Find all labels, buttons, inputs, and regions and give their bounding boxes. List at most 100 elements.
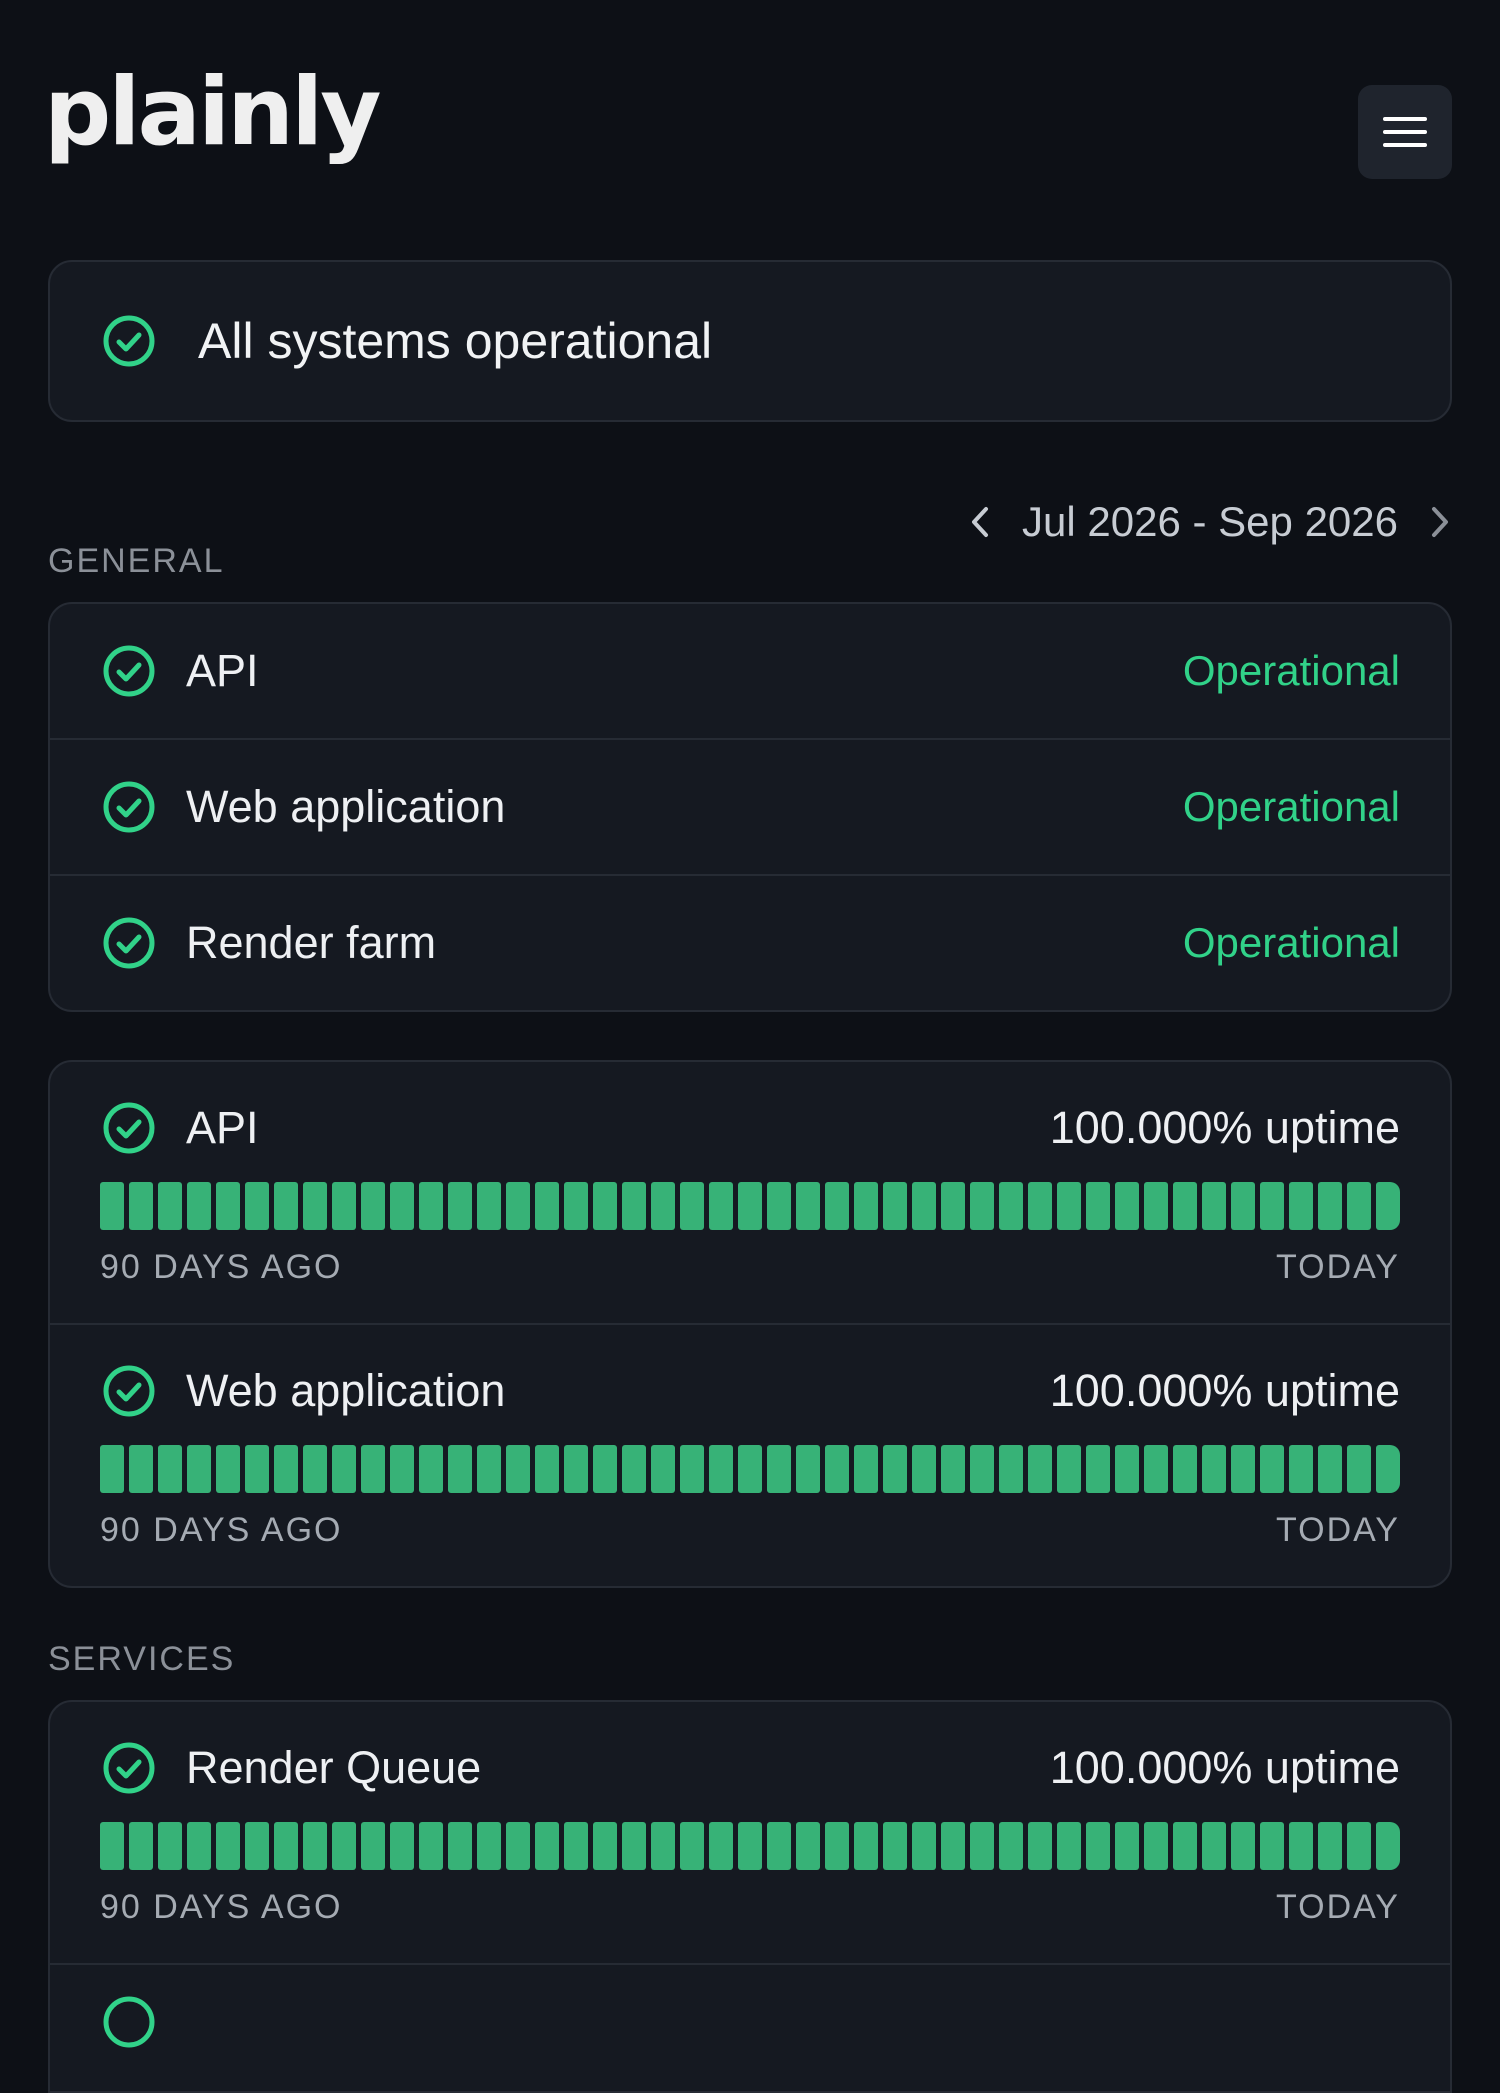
uptime-day-bar[interactable] <box>738 1445 762 1493</box>
uptime-day-bar[interactable] <box>158 1182 182 1230</box>
uptime-day-bar[interactable] <box>999 1445 1023 1493</box>
uptime-day-bar[interactable] <box>390 1822 414 1870</box>
uptime-day-bar[interactable] <box>390 1445 414 1493</box>
uptime-day-bar[interactable] <box>680 1182 704 1230</box>
uptime-day-bar[interactable] <box>419 1822 443 1870</box>
uptime-day-bar[interactable] <box>1260 1445 1284 1493</box>
uptime-day-bar[interactable] <box>100 1822 124 1870</box>
uptime-day-bar[interactable] <box>129 1445 153 1493</box>
uptime-day-bar[interactable] <box>1086 1822 1110 1870</box>
uptime-day-bar[interactable] <box>564 1182 588 1230</box>
uptime-day-bar[interactable] <box>1318 1182 1342 1230</box>
uptime-day-bar[interactable] <box>1086 1445 1110 1493</box>
uptime-day-bar[interactable] <box>245 1822 269 1870</box>
uptime-day-bar[interactable] <box>361 1445 385 1493</box>
component-row-web-application[interactable]: Web application Operational <box>50 740 1450 876</box>
uptime-day-bar[interactable] <box>158 1445 182 1493</box>
uptime-day-bar[interactable] <box>593 1822 617 1870</box>
uptime-day-bar[interactable] <box>1028 1822 1052 1870</box>
uptime-day-bar[interactable] <box>622 1445 646 1493</box>
uptime-day-bar[interactable] <box>1202 1822 1226 1870</box>
uptime-day-bar[interactable] <box>332 1822 356 1870</box>
uptime-day-bar[interactable] <box>535 1182 559 1230</box>
uptime-day-bar[interactable] <box>419 1182 443 1230</box>
uptime-day-bar[interactable] <box>216 1445 240 1493</box>
uptime-day-bar[interactable] <box>1144 1182 1168 1230</box>
uptime-day-bar[interactable] <box>1173 1182 1197 1230</box>
uptime-day-bar[interactable] <box>1376 1445 1400 1493</box>
uptime-day-bar[interactable] <box>1260 1182 1284 1230</box>
uptime-day-bar[interactable] <box>970 1822 994 1870</box>
uptime-day-bar[interactable] <box>274 1445 298 1493</box>
uptime-day-bar[interactable] <box>564 1445 588 1493</box>
uptime-day-bar[interactable] <box>158 1822 182 1870</box>
uptime-day-bar[interactable] <box>1173 1445 1197 1493</box>
uptime-day-bar[interactable] <box>535 1822 559 1870</box>
uptime-day-bar[interactable] <box>361 1822 385 1870</box>
uptime-day-bar[interactable] <box>448 1182 472 1230</box>
uptime-day-bar[interactable] <box>187 1822 211 1870</box>
uptime-day-bar[interactable] <box>216 1182 240 1230</box>
uptime-day-bar[interactable] <box>390 1182 414 1230</box>
uptime-day-bar[interactable] <box>796 1445 820 1493</box>
uptime-day-bar[interactable] <box>912 1445 936 1493</box>
uptime-day-bar[interactable] <box>477 1182 501 1230</box>
uptime-day-bar[interactable] <box>1144 1822 1168 1870</box>
uptime-day-bar[interactable] <box>100 1182 124 1230</box>
uptime-day-bar[interactable] <box>622 1182 646 1230</box>
uptime-day-bar[interactable] <box>883 1445 907 1493</box>
uptime-day-bar[interactable] <box>1347 1822 1371 1870</box>
uptime-day-bar[interactable] <box>796 1822 820 1870</box>
uptime-day-bar[interactable] <box>767 1445 791 1493</box>
uptime-day-bar[interactable] <box>941 1445 965 1493</box>
uptime-day-bar[interactable] <box>651 1822 675 1870</box>
uptime-day-bar[interactable] <box>651 1182 675 1230</box>
uptime-day-bar[interactable] <box>1086 1182 1110 1230</box>
menu-button[interactable] <box>1358 85 1452 179</box>
uptime-day-bar[interactable] <box>506 1822 530 1870</box>
uptime-day-bar[interactable] <box>651 1445 675 1493</box>
uptime-day-bar[interactable] <box>448 1822 472 1870</box>
uptime-day-bar[interactable] <box>970 1445 994 1493</box>
uptime-day-bar[interactable] <box>1202 1182 1226 1230</box>
uptime-day-bar[interactable] <box>825 1445 849 1493</box>
uptime-day-bar[interactable] <box>1231 1822 1255 1870</box>
uptime-day-bar[interactable] <box>883 1182 907 1230</box>
uptime-day-bar[interactable] <box>941 1182 965 1230</box>
uptime-day-bar[interactable] <box>535 1445 559 1493</box>
uptime-day-bar[interactable] <box>593 1182 617 1230</box>
uptime-day-bar[interactable] <box>1347 1182 1371 1230</box>
uptime-day-bar[interactable] <box>1057 1445 1081 1493</box>
component-row-api[interactable]: API Operational <box>50 604 1450 740</box>
uptime-day-bar[interactable] <box>1231 1445 1255 1493</box>
uptime-day-bar[interactable] <box>1028 1182 1052 1230</box>
uptime-day-bar[interactable] <box>303 1822 327 1870</box>
uptime-day-bar[interactable] <box>622 1822 646 1870</box>
uptime-day-bar[interactable] <box>767 1822 791 1870</box>
uptime-day-bar[interactable] <box>303 1182 327 1230</box>
uptime-day-bar[interactable] <box>825 1822 849 1870</box>
uptime-day-bar[interactable] <box>1376 1822 1400 1870</box>
logo[interactable]: plainly <box>44 66 382 160</box>
uptime-day-bar[interactable] <box>999 1182 1023 1230</box>
uptime-day-bar[interactable] <box>448 1445 472 1493</box>
uptime-day-bar[interactable] <box>1115 1445 1139 1493</box>
uptime-day-bar[interactable] <box>1289 1822 1313 1870</box>
uptime-day-bar[interactable] <box>332 1445 356 1493</box>
uptime-day-bar[interactable] <box>361 1182 385 1230</box>
component-row-render-farm[interactable]: Render farm Operational <box>50 876 1450 1010</box>
uptime-day-bar[interactable] <box>1289 1182 1313 1230</box>
uptime-day-bar[interactable] <box>129 1822 153 1870</box>
uptime-day-bar[interactable] <box>303 1445 327 1493</box>
uptime-day-bar[interactable] <box>1057 1182 1081 1230</box>
uptime-day-bar[interactable] <box>680 1445 704 1493</box>
uptime-day-bar[interactable] <box>1318 1822 1342 1870</box>
uptime-day-bar[interactable] <box>332 1182 356 1230</box>
uptime-day-bar[interactable] <box>1318 1445 1342 1493</box>
uptime-day-bar[interactable] <box>187 1445 211 1493</box>
uptime-day-bar[interactable] <box>1115 1822 1139 1870</box>
uptime-day-bar[interactable] <box>274 1182 298 1230</box>
uptime-day-bar[interactable] <box>854 1182 878 1230</box>
uptime-day-bar[interactable] <box>1376 1182 1400 1230</box>
uptime-day-bar[interactable] <box>1231 1182 1255 1230</box>
